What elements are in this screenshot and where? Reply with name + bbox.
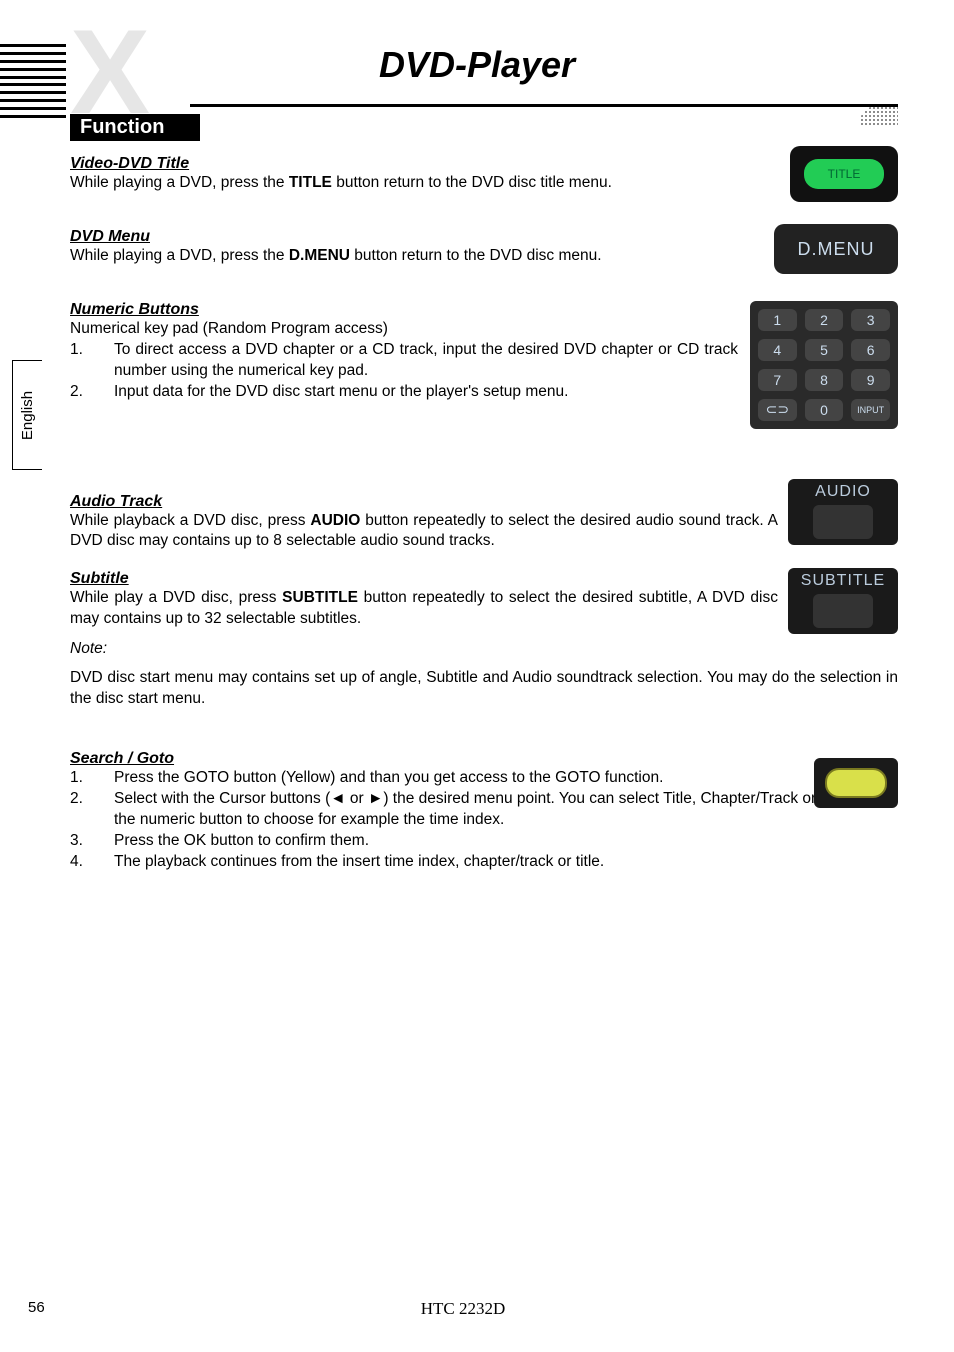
page: X DVD-Player English Function TITLE D.ME… (0, 0, 954, 1352)
title-button-label: TITLE (804, 159, 884, 189)
key-1: 1 (758, 309, 797, 331)
section-audio-track: AUDIO Audio Track While playback a DVD d… (70, 493, 898, 553)
goto-button-inner (825, 768, 887, 798)
language-tab: English (12, 360, 42, 470)
numeric-item-1: 1.To direct access a DVD chapter or a CD… (70, 340, 738, 382)
search-item-1: 1.Press the GOTO button (Yellow) and tha… (70, 768, 898, 789)
key-6: 6 (851, 339, 890, 361)
key-0: 0 (805, 399, 844, 421)
content-area: Function TITLE D.MENU Video-DVD Title Wh… (70, 114, 898, 873)
numeric-item-2: 2.Input data for the DVD disc start menu… (70, 382, 738, 403)
note-label: Note: (70, 640, 898, 658)
heading-search-goto: Search / Goto (70, 750, 898, 768)
key-input: INPUT (851, 399, 890, 421)
title-underline (190, 104, 898, 107)
heading-numeric: Numeric Buttons (70, 301, 738, 319)
heading-dvd-menu: DVD Menu (70, 228, 758, 246)
subtitle-label: SUBTITLE (788, 572, 898, 590)
key-5: 5 (805, 339, 844, 361)
text-subtitle: While play a DVD disc, press SUBTITLE bu… (70, 588, 778, 630)
heading-subtitle: Subtitle (70, 570, 778, 588)
remote-audio-button-image: AUDIO (788, 479, 898, 545)
remote-keypad-image: 1 2 3 4 5 6 7 8 9 ⊂⊃ 0 INPUT (750, 301, 898, 429)
key-loop: ⊂⊃ (758, 399, 797, 421)
audio-blank-key (813, 505, 873, 539)
key-7: 7 (758, 369, 797, 391)
text-dvd-menu: While playing a DVD, press the D.MENU bu… (70, 246, 758, 267)
section-search-goto: Search / Goto 1.Press the GOTO button (Y… (70, 750, 898, 873)
heading-video-dvd-title: Video-DVD Title (70, 155, 758, 173)
text-numeric-intro: Numerical key pad (Random Program access… (70, 319, 738, 340)
search-item-4: 4.The playback continues from the insert… (70, 852, 898, 873)
section-numeric-buttons: 1 2 3 4 5 6 7 8 9 ⊂⊃ 0 INPUT Numeric But… (70, 301, 898, 403)
heading-audio: Audio Track (70, 493, 778, 511)
remote-title-button-image: TITLE (790, 146, 898, 202)
page-title: DVD-Player (0, 44, 954, 86)
search-item-3: 3.Press the OK button to confirm them. (70, 831, 898, 852)
key-3: 3 (851, 309, 890, 331)
remote-subtitle-button-image: SUBTITLE (788, 568, 898, 634)
key-4: 4 (758, 339, 797, 361)
text-video-dvd-title: While playing a DVD, press the TITLE but… (70, 173, 758, 194)
model-number: HTC 2232D (28, 1299, 898, 1319)
text-audio: While playback a DVD disc, press AUDIO b… (70, 511, 778, 553)
section-video-dvd-title: Video-DVD Title While playing a DVD, pre… (70, 155, 898, 194)
search-item-2: 2.Select with the Cursor buttons (◄ or ►… (70, 789, 898, 831)
key-2: 2 (805, 309, 844, 331)
subtitle-blank-key (813, 594, 873, 628)
key-9: 9 (851, 369, 890, 391)
note-text: DVD disc start menu may contains set up … (70, 668, 898, 710)
key-8: 8 (805, 369, 844, 391)
language-tab-label: English (19, 390, 36, 439)
function-heading: Function (70, 114, 200, 141)
remote-dmenu-button-image: D.MENU (774, 224, 898, 274)
footer: 56 HTC 2232D (28, 1299, 898, 1316)
remote-goto-button-image (814, 758, 898, 808)
section-subtitle: SUBTITLE Subtitle While play a DVD disc,… (70, 570, 898, 630)
audio-label: AUDIO (788, 483, 898, 501)
